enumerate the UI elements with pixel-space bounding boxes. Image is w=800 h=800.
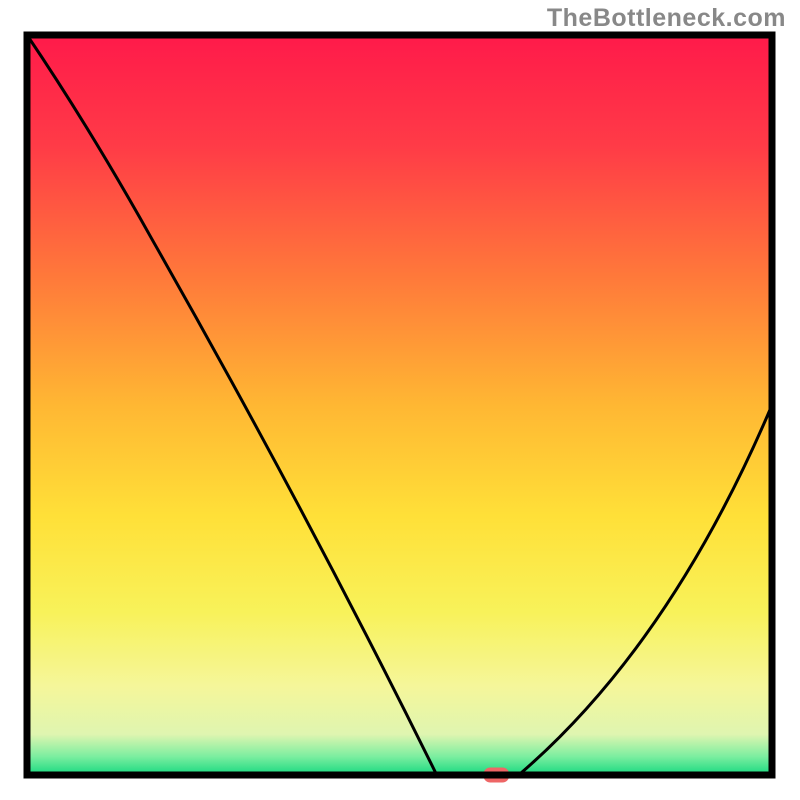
- watermark-text: TheBottleneck.com: [547, 4, 786, 33]
- bottleneck-chart: [0, 0, 800, 800]
- chart-container: { "watermark": "TheBottleneck.com", "cha…: [0, 0, 800, 800]
- plot-background: [27, 35, 772, 775]
